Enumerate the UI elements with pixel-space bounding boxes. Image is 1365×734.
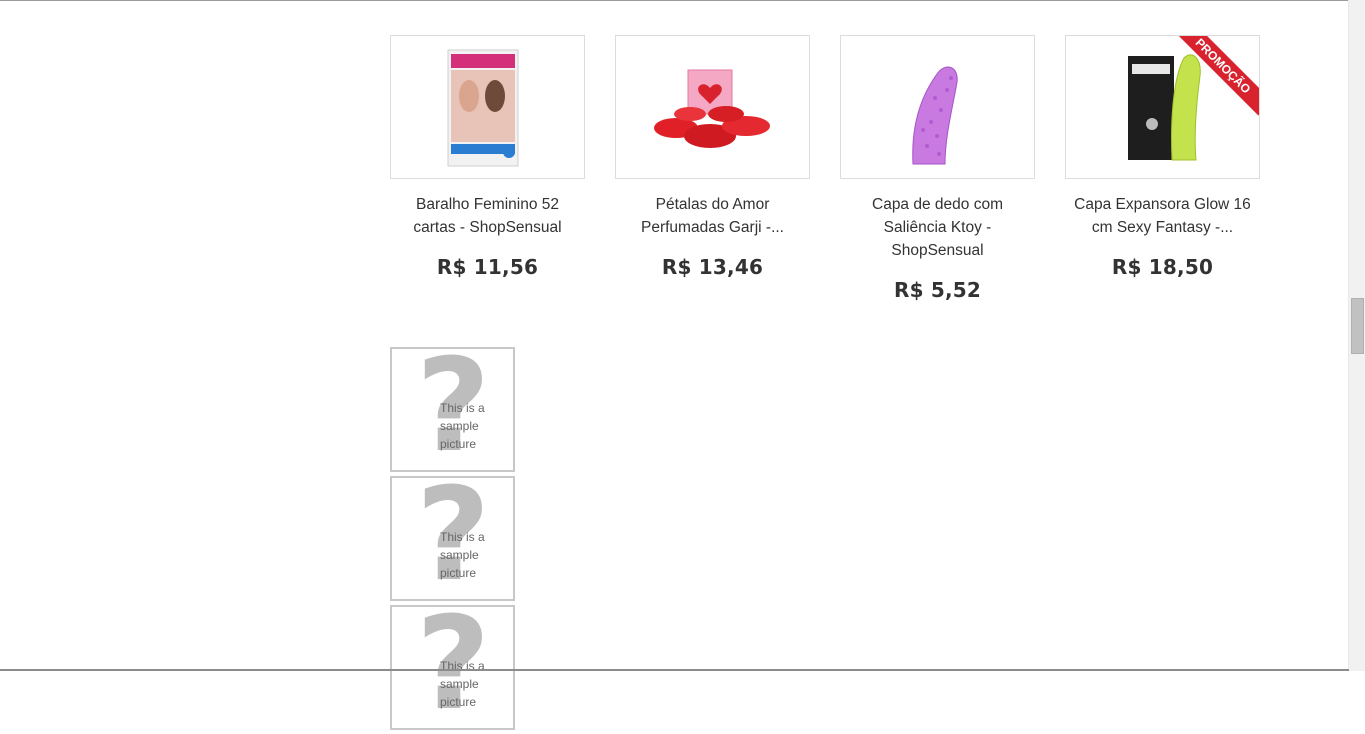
- product-image[interactable]: [615, 35, 810, 179]
- product-name[interactable]: Capa Expansora Glow 16 cm Sexy Fantasy -…: [1065, 193, 1260, 239]
- glow-sleeve-box-image: [1128, 54, 1201, 161]
- product-card[interactable]: Baralho Feminino 52 cartas - ShopSensual…: [390, 35, 585, 279]
- sample-picture-text: This is a sample picture: [440, 401, 485, 451]
- sample-picture[interactable]: ? This is a sample picture: [390, 347, 515, 472]
- product-name[interactable]: Pétalas do Amor Perfumadas Garji -...: [615, 193, 810, 239]
- product-image[interactable]: PROMOÇÃO: [1065, 35, 1260, 179]
- product-price: R$ 18,50: [1111, 255, 1214, 279]
- product-card[interactable]: Pétalas do Amor Perfumadas Garji -... R$…: [615, 35, 810, 279]
- purple-finger-sleeve-image: [912, 66, 958, 165]
- sample-picture-list: ? This is a sample picture ? This is a s…: [390, 347, 515, 734]
- sample-picture[interactable]: ? This is a sample picture: [390, 476, 515, 601]
- product-name[interactable]: Baralho Feminino 52 cartas - ShopSensual: [390, 193, 585, 239]
- vertical-scrollbar[interactable]: [1348, 0, 1365, 671]
- product-image[interactable]: [390, 35, 585, 179]
- product-card[interactable]: Capa de dedo com Saliência Ktoy - ShopSe…: [840, 35, 1035, 302]
- card-deck-box-image: [447, 49, 519, 167]
- top-divider: [0, 0, 1349, 1]
- product-card[interactable]: PROMOÇÃO Capa Expansora Glow 16 cm Sexy …: [1065, 35, 1260, 279]
- product-price: R$ 5,52: [893, 278, 982, 302]
- sample-picture[interactable]: ? This is a sample picture: [390, 605, 515, 730]
- product-name[interactable]: Capa de dedo com Saliência Ktoy - ShopSe…: [840, 193, 1035, 262]
- rose-petals-image: [654, 69, 770, 148]
- product-image[interactable]: [840, 35, 1035, 179]
- scrollbar-thumb[interactable]: [1351, 298, 1364, 354]
- product-grid: Baralho Feminino 52 cartas - ShopSensual…: [390, 35, 1260, 315]
- sample-picture-text: This is a sample picture: [440, 530, 485, 580]
- product-price: R$ 13,46: [661, 255, 764, 279]
- sample-picture-text: This is a sample picture: [440, 659, 485, 709]
- product-price: R$ 11,56: [436, 255, 539, 279]
